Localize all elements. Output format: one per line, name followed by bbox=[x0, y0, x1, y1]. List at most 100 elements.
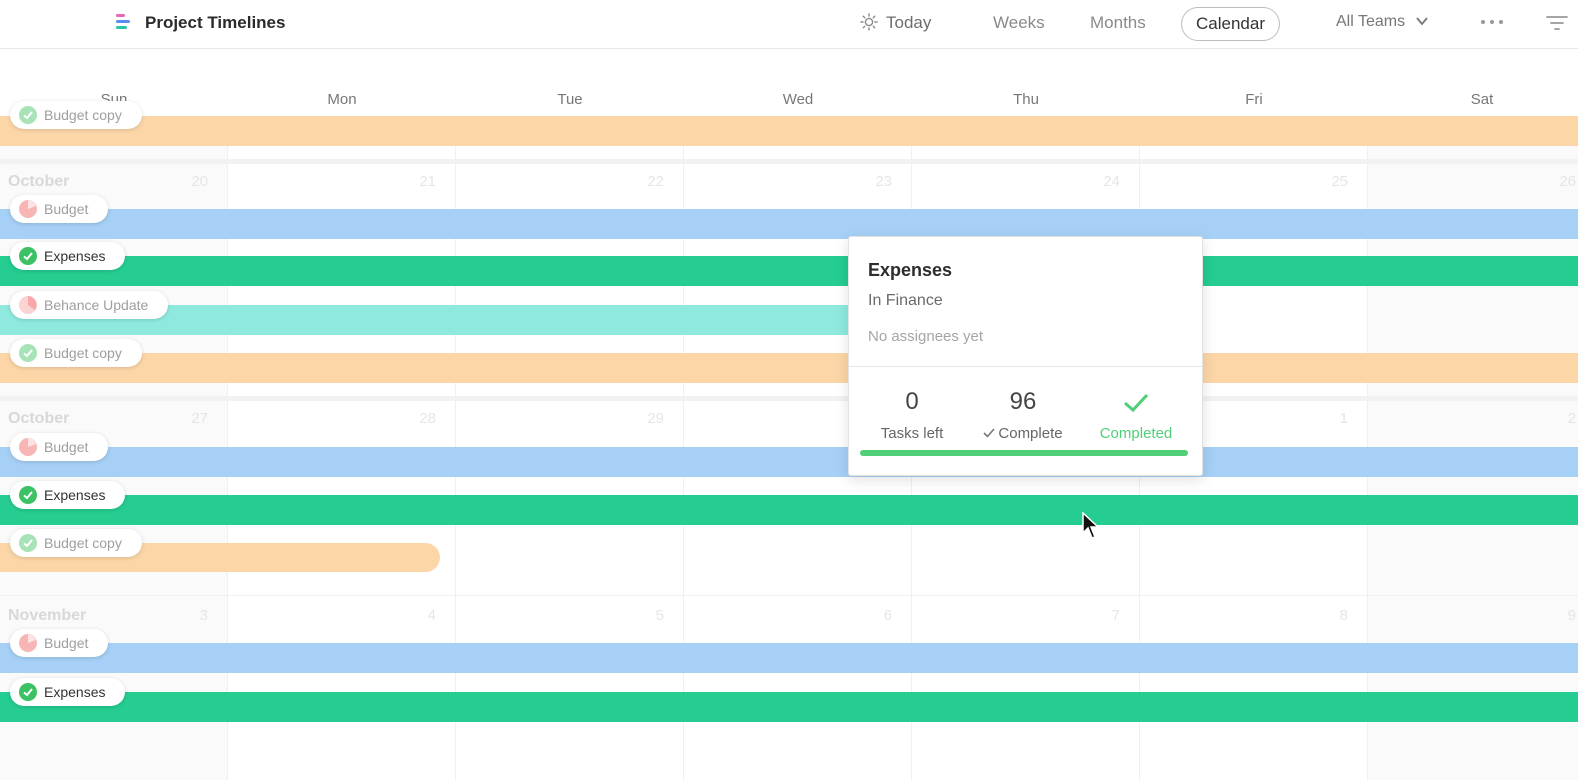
day-number: 7 bbox=[1111, 607, 1120, 624]
tasks-left-stat: 0 Tasks left bbox=[857, 387, 967, 442]
check-small-icon bbox=[983, 428, 995, 438]
task-label: Budget copy bbox=[44, 345, 122, 361]
task-label: Budget bbox=[44, 201, 89, 217]
day-number: 20 bbox=[191, 173, 208, 190]
progress-pie-icon bbox=[19, 634, 37, 652]
check-circle-icon bbox=[19, 344, 37, 362]
day-number: 1 bbox=[1339, 410, 1348, 427]
day-number: 26 bbox=[1559, 173, 1576, 190]
tasks-left-label: Tasks left bbox=[880, 425, 944, 442]
task-label: Expenses bbox=[44, 487, 106, 503]
tab-months[interactable]: Months bbox=[1090, 13, 1146, 33]
teams-label: All Teams bbox=[1336, 13, 1406, 30]
task-label: Budget copy bbox=[44, 107, 122, 123]
week-separator bbox=[0, 396, 1578, 401]
task-pill[interactable]: Budget bbox=[10, 195, 109, 223]
timeline-bar[interactable] bbox=[0, 447, 1578, 477]
day-number: 3 bbox=[199, 607, 208, 624]
task-pill[interactable]: Behance Update bbox=[10, 291, 169, 319]
popover-title: Expenses bbox=[868, 260, 953, 280]
today-label: Today bbox=[886, 13, 932, 32]
progress-fill bbox=[860, 450, 1188, 456]
timeline-bar[interactable] bbox=[0, 353, 1578, 383]
check-circle-icon bbox=[19, 534, 37, 552]
timeline-bar[interactable] bbox=[0, 209, 1578, 239]
check-circle-icon bbox=[19, 486, 37, 504]
timeline-bar[interactable] bbox=[0, 495, 1578, 525]
complete-stat: 96 Complete bbox=[968, 387, 1078, 442]
weekday-label: Fri bbox=[1245, 91, 1263, 108]
day-number: 23 bbox=[875, 173, 892, 190]
more-icon[interactable] bbox=[1479, 16, 1505, 28]
month-label: October bbox=[8, 410, 70, 427]
day-number: 27 bbox=[191, 410, 208, 427]
day-number: 28 bbox=[419, 410, 436, 427]
day-number: 29 bbox=[647, 410, 664, 427]
day-number: 24 bbox=[1103, 173, 1120, 190]
complete-label: Complete bbox=[998, 425, 1063, 442]
day-number: 25 bbox=[1331, 173, 1348, 190]
weekday-label: Mon bbox=[327, 91, 357, 108]
tasks-left-value: 0 bbox=[905, 388, 919, 415]
task-pill[interactable]: Budget copy bbox=[10, 339, 142, 367]
sun-icon bbox=[860, 13, 878, 31]
timeline-bar[interactable] bbox=[0, 692, 1578, 722]
popover-project: In Finance bbox=[868, 292, 943, 309]
day-number: 22 bbox=[647, 173, 664, 190]
check-circle-icon bbox=[19, 106, 37, 124]
task-pill[interactable]: Budget copy bbox=[10, 529, 142, 557]
progress-pie-icon bbox=[19, 438, 37, 456]
task-pill[interactable]: Budget bbox=[10, 433, 109, 461]
day-number: 8 bbox=[1339, 607, 1348, 624]
status-stat: Completed bbox=[1081, 387, 1191, 442]
task-popover[interactable]: Expenses In Finance No assignees yet 0 T… bbox=[848, 236, 1203, 476]
mouse-cursor-icon bbox=[1082, 512, 1100, 539]
timeline-bar[interactable] bbox=[0, 116, 1578, 146]
day-number: 6 bbox=[883, 607, 892, 624]
day-number: 2 bbox=[1567, 410, 1576, 427]
task-pill[interactable]: Budget copy bbox=[10, 101, 142, 129]
task-pill[interactable]: Expenses bbox=[10, 678, 126, 706]
tab-weeks[interactable]: Weeks bbox=[993, 13, 1045, 33]
week-separator bbox=[0, 159, 1578, 164]
day-number: 4 bbox=[427, 607, 436, 624]
popover-assignees[interactable]: No assignees yet bbox=[868, 328, 983, 345]
check-circle-icon bbox=[19, 683, 37, 701]
task-label: Budget copy bbox=[44, 535, 122, 551]
task-label: Expenses bbox=[44, 684, 106, 700]
task-label: Expenses bbox=[44, 248, 106, 264]
complete-label-row: Complete bbox=[968, 425, 1078, 442]
filter-icon[interactable] bbox=[1546, 14, 1568, 32]
task-label: Budget bbox=[44, 635, 89, 651]
check-icon bbox=[1124, 393, 1149, 413]
month-label: November bbox=[8, 607, 87, 624]
task-pill[interactable]: Expenses bbox=[10, 481, 126, 509]
chevron-down-icon bbox=[1415, 17, 1428, 26]
task-pill[interactable]: Expenses bbox=[10, 242, 126, 270]
today-button[interactable]: Today bbox=[860, 13, 931, 33]
weekday-label: Thu bbox=[1013, 91, 1039, 108]
tab-calendar[interactable]: Calendar bbox=[1181, 7, 1280, 41]
progress-pie-icon bbox=[19, 200, 37, 218]
day-number: 5 bbox=[655, 607, 664, 624]
timeline-bar[interactable] bbox=[0, 256, 1578, 286]
top-bar: Project Timelines Today Weeks Months Cal… bbox=[0, 0, 1578, 49]
complete-value: 96 bbox=[1009, 388, 1037, 415]
check-circle-icon bbox=[19, 247, 37, 265]
weekday-label: Sat bbox=[1470, 91, 1494, 108]
progress-bar bbox=[860, 450, 1188, 456]
weekday-header: Sun Mon Tue Wed Thu Fri Sat bbox=[0, 84, 1578, 114]
weekday-label: Tue bbox=[557, 91, 583, 108]
week-separator bbox=[0, 595, 1578, 596]
task-label: Behance Update bbox=[44, 297, 149, 313]
timeline-bar[interactable] bbox=[0, 643, 1578, 673]
month-label: October bbox=[8, 173, 70, 190]
day-number: 21 bbox=[419, 173, 436, 190]
weekday-label: Wed bbox=[782, 91, 814, 108]
day-number: 9 bbox=[1567, 607, 1576, 624]
status-label: Completed bbox=[1099, 425, 1173, 442]
teams-dropdown[interactable]: All Teams bbox=[1336, 13, 1429, 31]
app-logo-icon bbox=[116, 14, 130, 32]
task-pill[interactable]: Budget bbox=[10, 629, 109, 657]
progress-pie-icon bbox=[19, 296, 37, 314]
